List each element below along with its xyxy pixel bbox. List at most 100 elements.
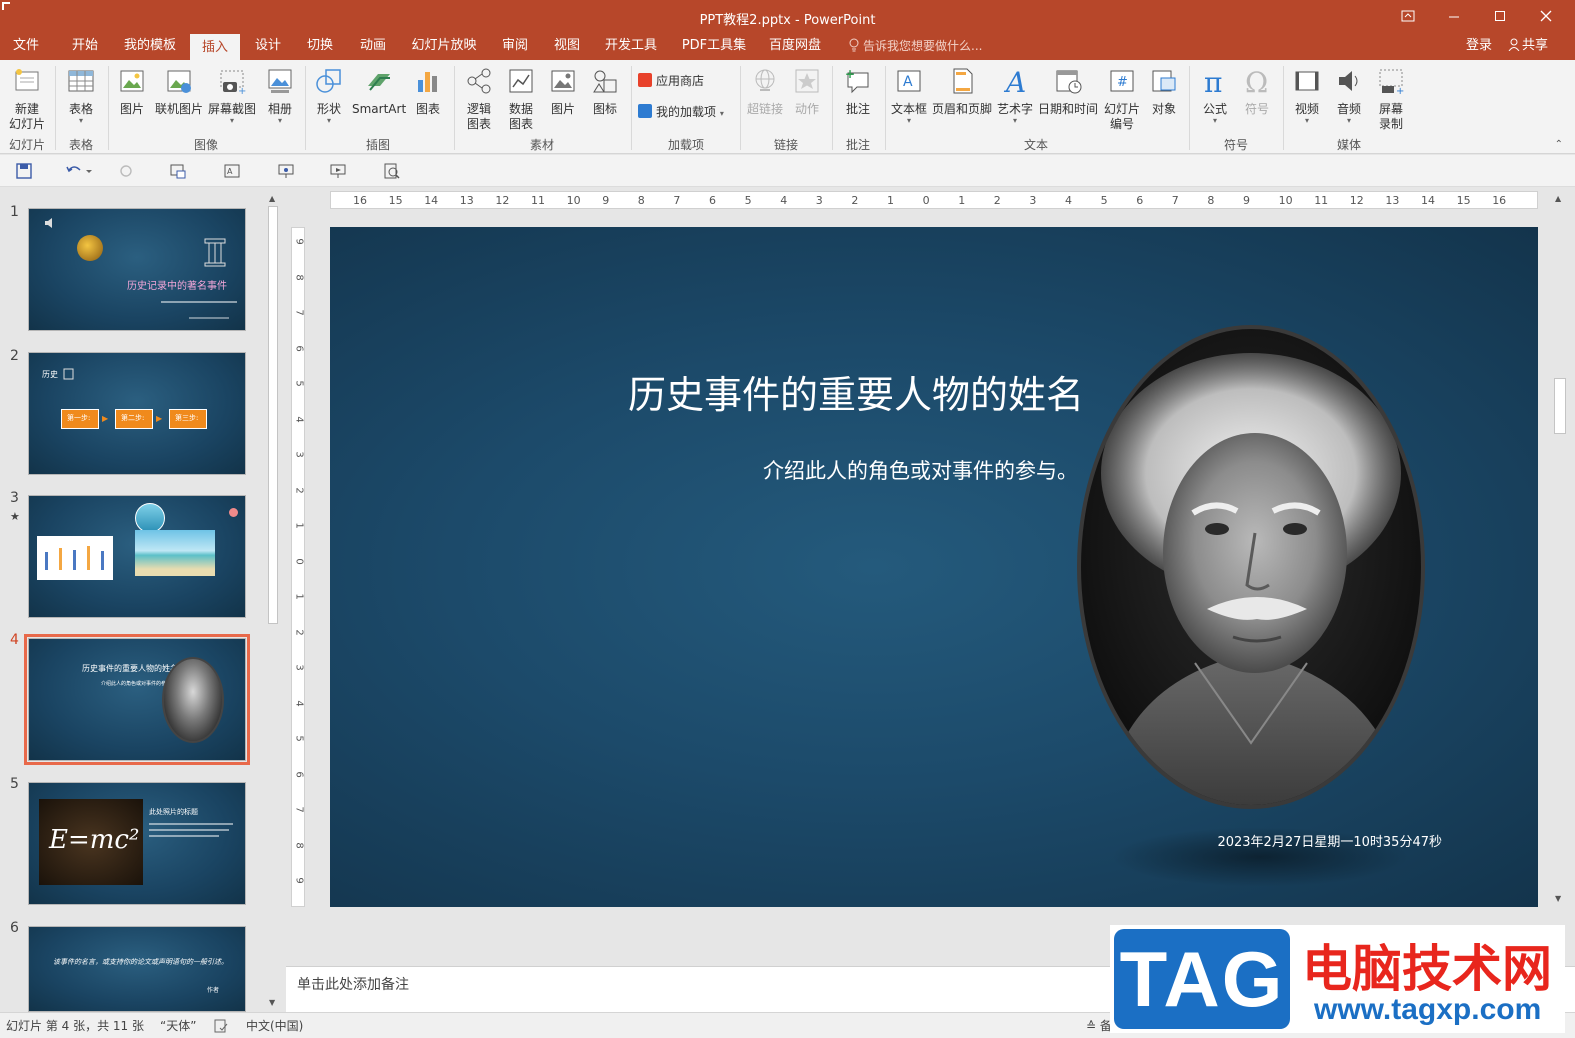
slide-title[interactable]: 历史事件的重要人物的姓名 [628, 364, 1084, 419]
tab-view[interactable]: 视图 [544, 34, 590, 60]
slideshow-start-icon[interactable] [328, 162, 348, 180]
share-button[interactable]: 共享 [1508, 34, 1548, 60]
tab-my-templates[interactable]: 我的模板 [118, 34, 182, 60]
screen-recording-button[interactable]: + 屏幕 录制 [1370, 64, 1412, 140]
portrait-photo[interactable] [1075, 323, 1427, 811]
redo-icon[interactable] [116, 162, 136, 180]
header-footer-button[interactable]: 页眉和页脚 [930, 64, 994, 140]
equation-button[interactable]: π 公式 ▾ [1194, 64, 1236, 140]
tab-developer[interactable]: 开发工具 [598, 34, 664, 60]
wordart-button[interactable]: A 艺术字 ▾ [994, 64, 1036, 140]
close-button[interactable] [1524, 4, 1568, 28]
hyperlink-button[interactable]: 超链接 [744, 64, 786, 140]
new-slide-qat-icon[interactable] [168, 162, 188, 180]
pi-icon: π [1204, 66, 1222, 99]
print-preview-icon[interactable] [382, 162, 402, 180]
presenter-icon[interactable] [276, 162, 296, 180]
group-label-comments: 批注 [845, 138, 870, 152]
tab-transitions[interactable]: 切换 [298, 34, 342, 60]
tab-design[interactable]: 设计 [246, 34, 290, 60]
tab-animations[interactable]: 动画 [350, 34, 396, 60]
my-addins-button[interactable]: 我的加载项 ▾ [638, 101, 724, 123]
hyperlink-icon [755, 69, 775, 91]
date-time-button[interactable]: 日期和时间 [1036, 64, 1100, 140]
slide-thumbnail-4[interactable]: 历史事件的重要人物的姓名 介绍此人的角色或对事件的参与。 [24, 634, 250, 765]
video-dropdown-icon: ▾ [1304, 116, 1309, 125]
smartart-button[interactable]: SmartArt [352, 64, 406, 140]
slide-subtitle[interactable]: 介绍此人的角色或对事件的参与。 [710, 455, 1078, 485]
spellcheck-icon[interactable] [214, 1019, 228, 1033]
maximize-button[interactable] [1478, 4, 1522, 28]
login-link[interactable]: 登录 [1466, 34, 1492, 60]
watermark-tag: TAG [1114, 929, 1290, 1029]
thumbnail-scrollbar[interactable]: ▲ ▼ [266, 192, 280, 1010]
save-icon[interactable] [14, 162, 34, 180]
layout-icon[interactable]: A [222, 162, 242, 180]
slide-thumbnail-5[interactable]: E=mc² 此处照片的标题 [28, 782, 246, 905]
scroll-up-icon[interactable]: ▲ [1555, 194, 1561, 203]
arrow-icon: ▶ [156, 414, 163, 423]
new-slide-button[interactable]: 新建 幻灯片 [4, 64, 50, 140]
online-picture-icon [167, 70, 191, 93]
audio-button[interactable]: 音频 ▾ [1328, 64, 1370, 140]
slide-number-button[interactable]: # 幻灯片 编号 [1100, 64, 1144, 140]
group-separator [740, 66, 741, 150]
app-store-button[interactable]: 应用商店 [638, 70, 704, 92]
language-status[interactable]: 中文(中国) [246, 1017, 303, 1034]
group-label-slides: 幻灯片 [8, 138, 45, 152]
undo-icon[interactable] [64, 162, 84, 180]
chart-button[interactable]: 图表 [408, 64, 448, 140]
tab-pdf-tools[interactable]: PDF工具集 [674, 34, 754, 60]
action-button[interactable]: 动作 [786, 64, 828, 140]
tab-slideshow[interactable]: 幻灯片放映 [406, 34, 482, 60]
scroll-down-icon[interactable]: ▼ [269, 998, 275, 1007]
scroll-up-icon[interactable]: ▲ [269, 194, 275, 203]
symbol-button[interactable]: Ω 符号 [1236, 64, 1278, 140]
ribbon-display-options-button[interactable] [1386, 4, 1430, 28]
screenshot-button[interactable]: + 屏幕截图 ▾ [206, 64, 258, 140]
comment-button[interactable]: + 批注 [836, 64, 880, 140]
notes-placeholder[interactable]: 单击此处添加备注 [297, 974, 409, 994]
slide-count-status[interactable]: 幻灯片 第 4 张，共 11 张 [6, 1017, 144, 1034]
material-icon-button[interactable]: 图标 [584, 64, 626, 140]
minimize-button[interactable] [1432, 4, 1476, 28]
group-separator [1189, 66, 1190, 150]
thumb5-line [149, 835, 219, 837]
current-slide[interactable]: 历史事件的重要人物的姓名 介绍此人的角色或对事件的参与。 2023年2月27日星… [330, 227, 1538, 907]
textbox-button[interactable]: A 文本框 ▾ [888, 64, 930, 140]
picture-button[interactable]: 图片 [112, 64, 152, 140]
addins-icon [638, 104, 652, 118]
editor-scrollbar[interactable]: ▲ ▼ [1552, 192, 1568, 906]
slide-thumbnail-6[interactable]: 该事件的名言，或支持你的论文或声明语句的一般引述。 作者 [28, 926, 246, 1012]
object-button[interactable]: 对象 [1144, 64, 1184, 140]
store-icon [638, 73, 652, 87]
scroll-down-icon[interactable]: ▼ [1555, 894, 1561, 903]
video-button[interactable]: 视频 ▾ [1286, 64, 1328, 140]
data-chart-button[interactable]: 数据 图表 [500, 64, 542, 140]
ruler-label: 3 [293, 451, 305, 458]
tab-home[interactable]: 开始 [62, 34, 108, 60]
thumb1-title: 历史记录中的著名事件 [127, 281, 227, 292]
collapse-ribbon-icon[interactable]: ⌃ [1555, 139, 1563, 150]
shapes-button[interactable]: 形状 ▾ [308, 64, 350, 140]
slide-thumbnail-2[interactable]: 历史 第一步: ▶ 第二步: ▶ 第三步: [28, 352, 246, 475]
tab-file[interactable]: 文件 [4, 34, 48, 60]
slide-date[interactable]: 2023年2月27日星期一10时35分47秒 [1210, 831, 1442, 850]
slide-thumbnail-3[interactable] [28, 495, 246, 618]
notes-toggle-button[interactable]: ≙ 备 [1086, 1017, 1112, 1034]
thumb-number: 1 [10, 204, 19, 220]
material-picture-button[interactable]: 图片 [542, 64, 584, 140]
online-picture-button[interactable]: 联机图片 [154, 64, 204, 140]
thumbnail-scroll-thumb[interactable] [268, 206, 278, 624]
logic-chart-button[interactable]: 逻辑 图表 [458, 64, 500, 140]
slide-thumbnail-1[interactable]: 历史记录中的著名事件 [28, 208, 246, 331]
tab-baidu-netdisk[interactable]: 百度网盘 [762, 34, 828, 60]
tab-insert[interactable]: 插入 [190, 34, 240, 60]
arrow-icon: ▶ [102, 414, 109, 423]
photo-album-button[interactable]: 相册 ▾ [260, 64, 300, 140]
table-button[interactable]: 表格 ▾ [60, 64, 102, 140]
undo-dropdown-icon[interactable] [84, 162, 94, 180]
editor-scroll-thumb[interactable] [1554, 378, 1566, 434]
tell-me-search[interactable]: 告诉我您想要做什么... [848, 34, 982, 60]
tab-review[interactable]: 审阅 [492, 34, 538, 60]
